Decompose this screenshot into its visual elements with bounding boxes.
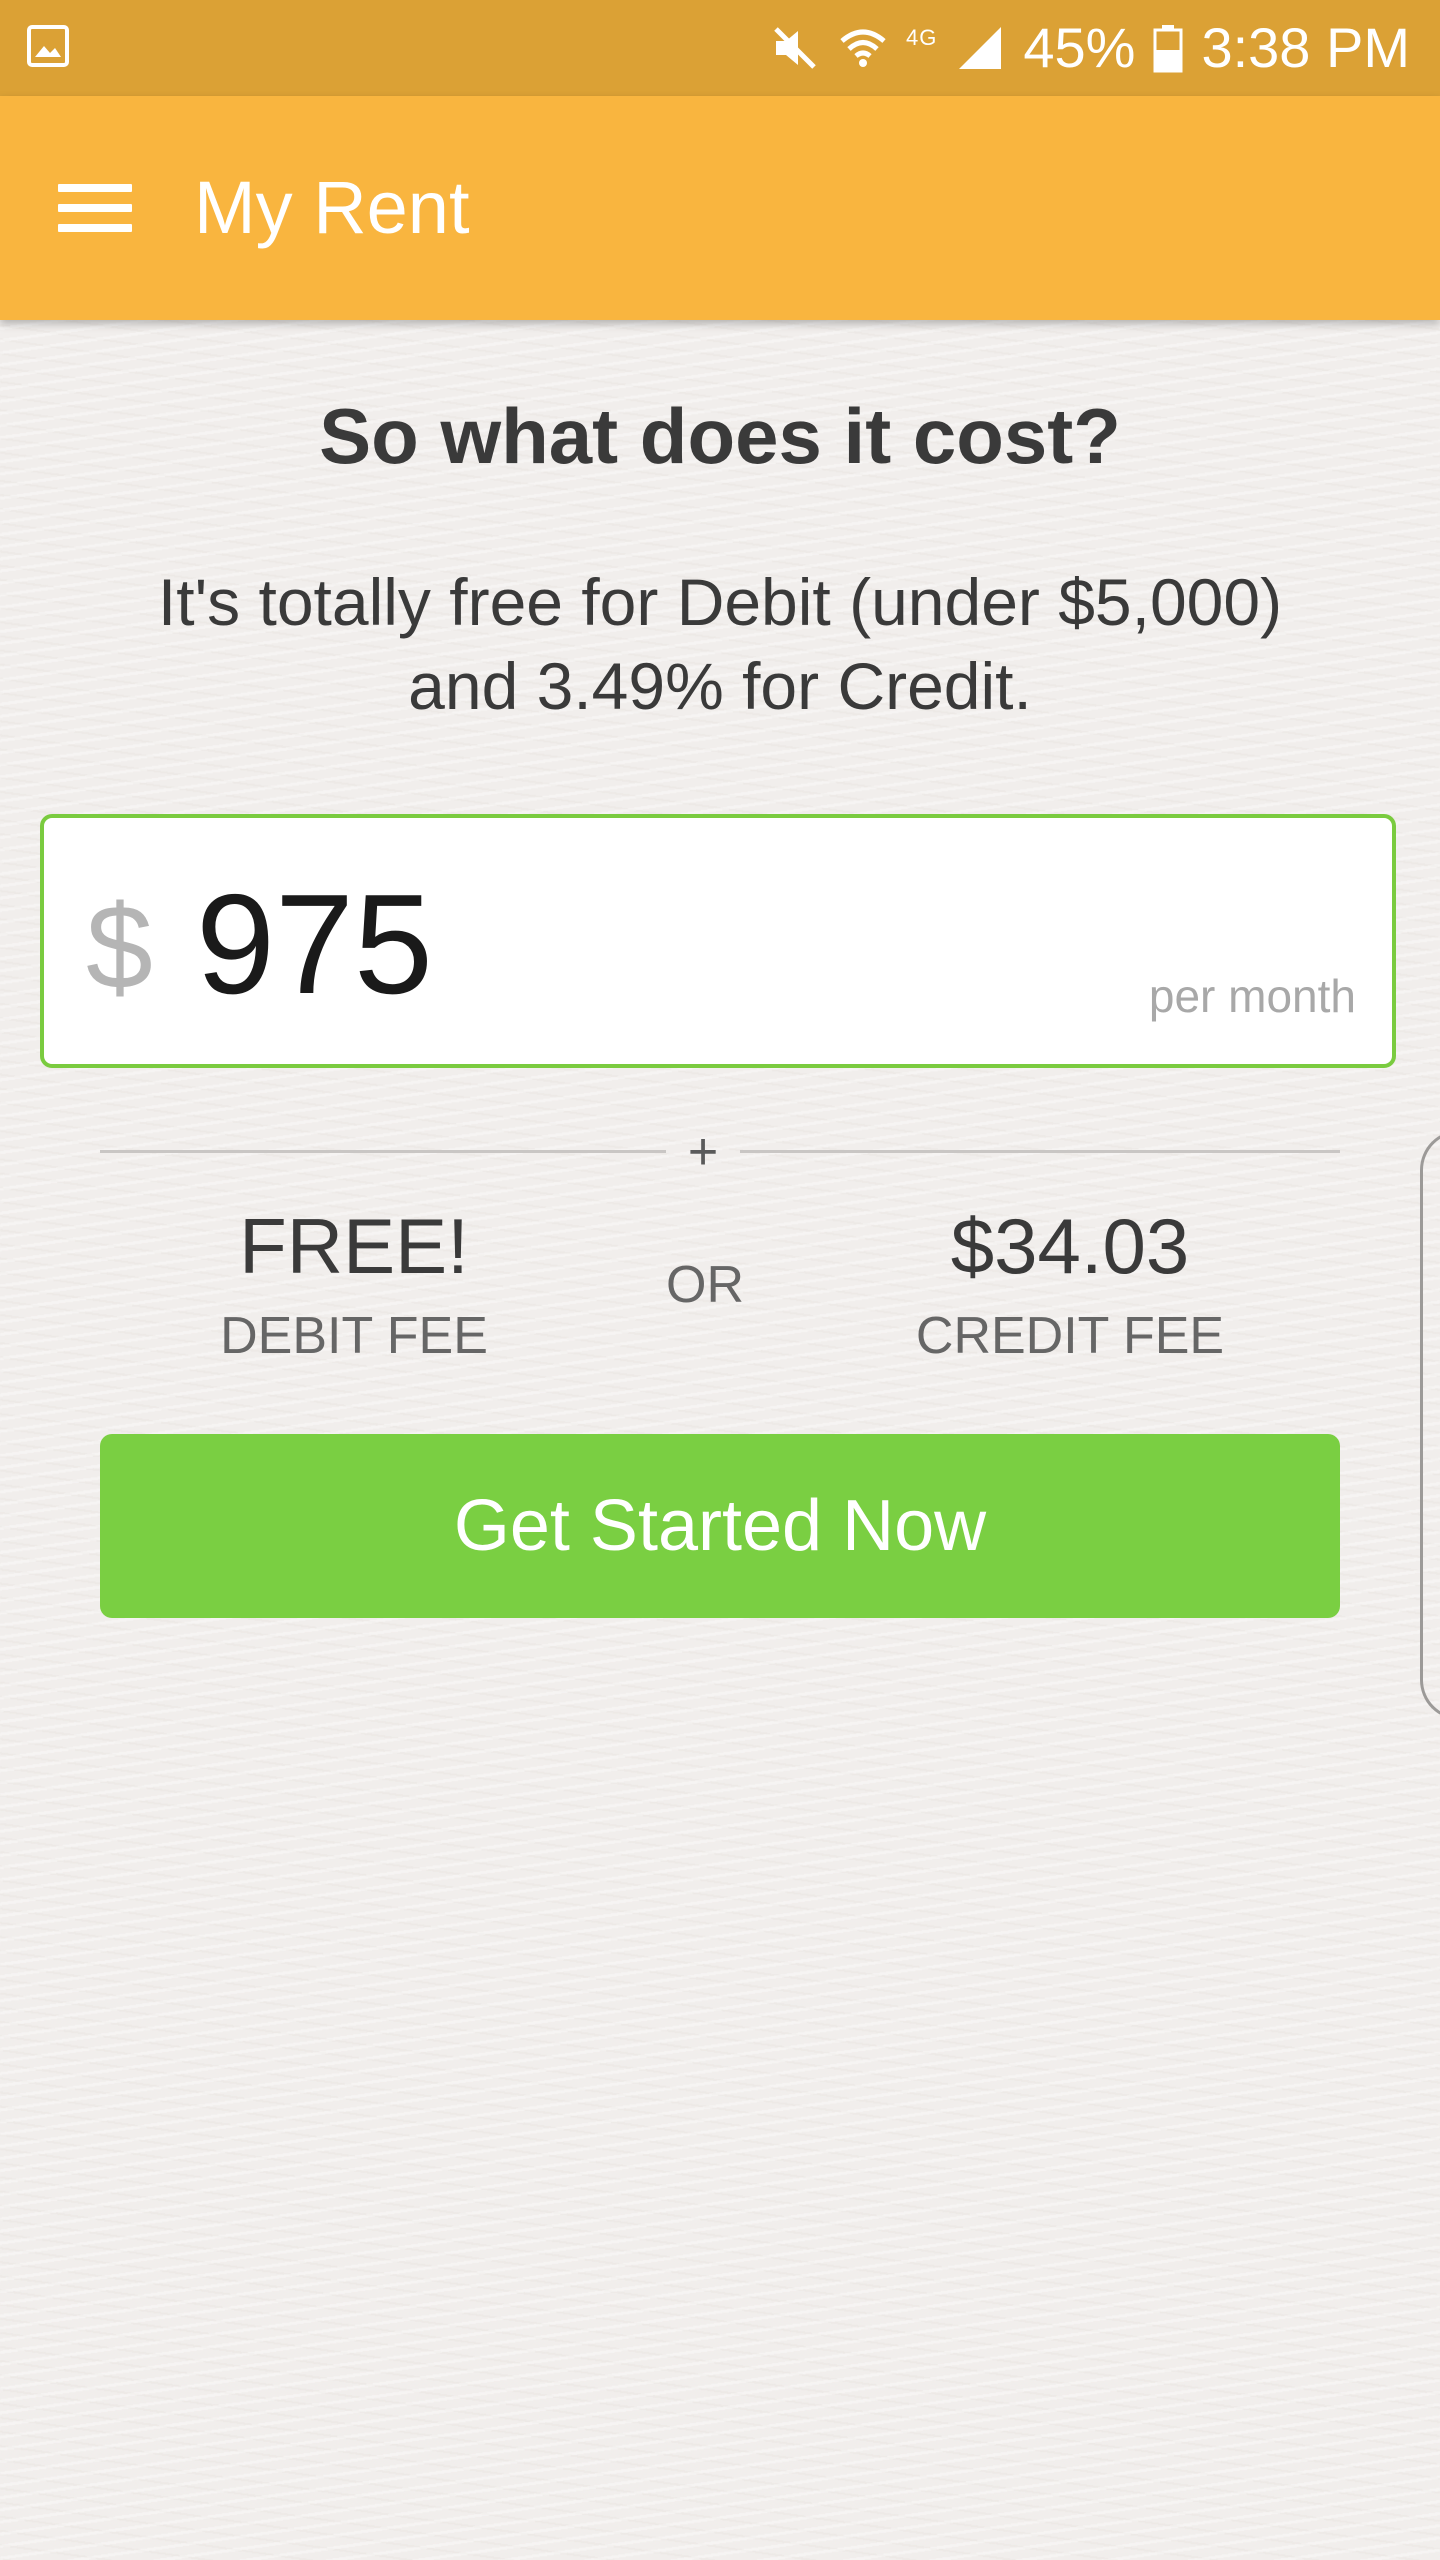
debit-fee-amount: FREE!	[239, 1202, 469, 1290]
rent-amount-input[interactable]: $ 975 per month	[40, 814, 1396, 1068]
headline: So what does it cost?	[319, 392, 1121, 480]
lte-icon: 4G	[905, 25, 938, 50]
page-title: My Rent	[194, 166, 470, 249]
divider-right	[740, 1150, 1340, 1153]
status-bar: 4G 45% 3:38 PM	[0, 0, 1440, 96]
wifi-icon	[840, 29, 886, 67]
plus-sign: +	[687, 1123, 719, 1181]
currency-symbol: $	[86, 880, 153, 1014]
per-month-label: per month	[1148, 970, 1356, 1022]
clock: 3:38 PM	[1201, 16, 1410, 79]
or-label: OR	[666, 1256, 744, 1314]
divider-left	[100, 1150, 666, 1153]
pricing-description-line1: It's totally free for Debit (under $5,00…	[157, 565, 1283, 639]
signal-icon	[959, 27, 1002, 69]
get-started-button[interactable]: Get Started Now	[100, 1434, 1340, 1618]
battery-percent: 45%	[1023, 16, 1136, 79]
credit-fee: $34.03 CREDIT FEE	[860, 1196, 1280, 1372]
pricing-description: It's totally free for Debit (under $5,00…	[60, 560, 1380, 728]
credit-fee-label: CREDIT FEE	[915, 1307, 1225, 1365]
mute-icon	[774, 27, 816, 69]
pricing-description-line2: and 3.49% for Credit.	[408, 649, 1032, 723]
debit-fee: FREE! DEBIT FEE	[144, 1196, 564, 1372]
battery-icon	[1153, 25, 1183, 73]
credit-fee-amount: $34.03	[950, 1202, 1190, 1290]
app-bar: My Rent	[0, 96, 1440, 320]
debit-fee-label: DEBIT FEE	[220, 1307, 488, 1365]
status-indicators: 4G 45% 3:38 PM	[770, 0, 1410, 96]
gallery-icon	[27, 25, 69, 67]
rent-amount-value[interactable]: 975	[196, 870, 433, 1020]
hamburger-menu-icon[interactable]	[44, 168, 144, 248]
edge-panel-handle[interactable]	[1420, 1130, 1440, 1720]
